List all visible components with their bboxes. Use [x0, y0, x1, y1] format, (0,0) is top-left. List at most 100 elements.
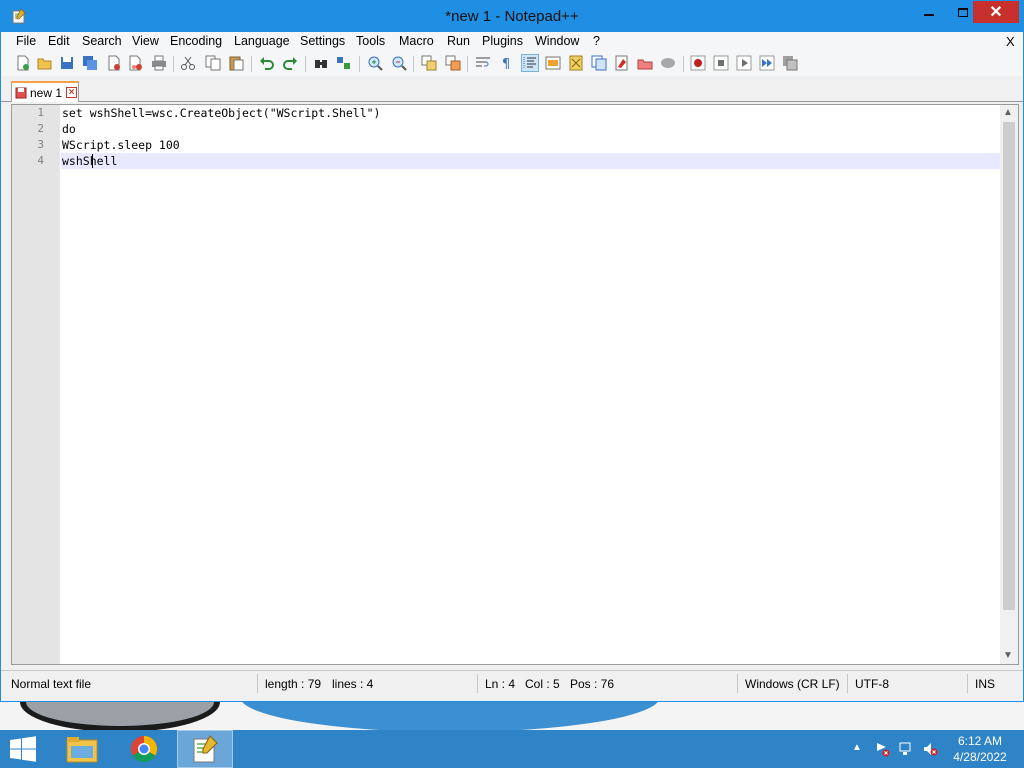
redo-icon[interactable] [281, 54, 299, 72]
scroll-up-icon[interactable]: ▲ [1003, 107, 1013, 118]
menu-plugins[interactable]: Plugins [482, 34, 523, 48]
save-macro-icon[interactable] [781, 54, 799, 72]
zoom-out-icon[interactable] [390, 54, 408, 72]
status-column: Col : 5 [525, 677, 560, 691]
status-lines: lines : 4 [332, 677, 374, 691]
close-icon[interactable] [105, 54, 123, 72]
notepadpp-window: *new 1 - Notepad++ ✕ File Edit Search Vi… [0, 0, 1024, 702]
function-list-icon[interactable] [590, 54, 608, 72]
menu-help[interactable]: ? [593, 34, 600, 48]
tab-new-1[interactable]: new 1 × [11, 81, 79, 102]
show-hidden-icons-icon[interactable]: ▲ [852, 742, 868, 758]
zoom-in-icon[interactable] [366, 54, 384, 72]
show-all-characters-icon[interactable]: ¶ [498, 54, 516, 72]
paste-icon[interactable] [227, 54, 245, 72]
code-text-area[interactable]: set wshShell=wsc.CreateObject("WScript.S… [61, 105, 1000, 664]
save-icon[interactable] [58, 54, 76, 72]
file-explorer-icon [66, 737, 98, 763]
save-all-icon[interactable] [81, 54, 99, 72]
monitoring-icon[interactable] [636, 54, 654, 72]
menu-macro[interactable]: Macro [399, 34, 434, 48]
action-center-icon[interactable] [874, 741, 890, 757]
close-document-button[interactable]: X [1006, 34, 1015, 49]
user-language-icon[interactable] [544, 54, 562, 72]
replace-icon[interactable] [335, 54, 353, 72]
toolbar-separator [305, 56, 306, 72]
toolbar-separator [683, 56, 684, 72]
folder-as-workspace-icon[interactable] [613, 54, 631, 72]
minimize-button[interactable] [913, 1, 945, 23]
print-icon[interactable] [150, 54, 168, 72]
line-number: 2 [37, 122, 44, 135]
taskbar-chrome[interactable] [116, 730, 172, 768]
menu-encoding[interactable]: Encoding [170, 34, 222, 48]
scroll-down-icon[interactable]: ▼ [1003, 650, 1013, 661]
copy-icon[interactable] [204, 54, 222, 72]
minimize-icon [924, 14, 934, 16]
code-line[interactable]: set wshShell=wsc.CreateObject("WScript.S… [61, 105, 1000, 121]
system-clock[interactable]: 6:12 AM 4/28/2022 [944, 733, 1016, 765]
new-file-icon[interactable] [14, 54, 32, 72]
vertical-scrollbar[interactable]: ▲ ▼ [1000, 105, 1018, 664]
menu-bar: File Edit Search View Encoding Language … [1, 32, 1023, 52]
current-code-line[interactable]: wshShell [61, 153, 1000, 169]
taskbar-file-explorer[interactable] [54, 730, 110, 768]
close-window-button[interactable]: ✕ [973, 1, 1019, 23]
line-number: 1 [37, 106, 44, 119]
system-tray: ▲ 6:12 AM 4/28/2022 [850, 730, 1024, 768]
unsaved-document-icon [15, 87, 27, 98]
code-line[interactable]: WScript.sleep 100 [61, 137, 1000, 153]
window-title: *new 1 - Notepad++ [445, 8, 579, 25]
network-icon[interactable] [898, 741, 914, 757]
stop-recording-icon[interactable] [712, 54, 730, 72]
menu-edit[interactable]: Edit [48, 34, 70, 48]
record-macro-icon[interactable] [689, 54, 707, 72]
menu-window[interactable]: Window [535, 34, 579, 48]
windows-start-icon[interactable] [8, 736, 38, 762]
status-encoding: UTF-8 [855, 677, 889, 691]
toolbar-separator [173, 56, 174, 72]
status-position: Pos : 76 [570, 677, 615, 691]
volume-muted-icon[interactable] [922, 741, 938, 757]
menu-tools[interactable]: Tools [356, 34, 385, 48]
text-caret [92, 154, 93, 168]
status-file-type: Normal text file [11, 677, 92, 691]
taskbar: ▲ 6:12 AM 4/28/2022 [0, 730, 1024, 768]
line-number: 4 [37, 154, 44, 167]
sync-vertical-icon[interactable] [420, 54, 438, 72]
undo-icon[interactable] [258, 54, 276, 72]
status-insert-mode: INS [975, 677, 996, 691]
menu-language[interactable]: Language [234, 34, 290, 48]
document-map-icon[interactable] [567, 54, 585, 72]
find-icon[interactable] [312, 54, 330, 72]
scrollbar-thumb[interactable] [1003, 122, 1015, 610]
title-bar[interactable]: *new 1 - Notepad++ ✕ [1, 1, 1023, 32]
eye-icon[interactable] [659, 54, 677, 72]
wallpaper-shape [20, 702, 220, 730]
tab-close-icon[interactable]: × [66, 87, 78, 98]
code-line[interactable]: do [61, 121, 1000, 137]
status-bar: Normal text file length : 79 lines : 4 L… [1, 670, 1023, 696]
word-wrap-icon[interactable] [474, 54, 492, 72]
menu-search[interactable]: Search [82, 34, 122, 48]
open-file-icon[interactable] [36, 54, 54, 72]
close-all-icon[interactable] [127, 54, 145, 72]
clock-date: 4/28/2022 [953, 750, 1007, 764]
indent-guide-icon[interactable] [521, 54, 539, 72]
playback-icon[interactable] [735, 54, 753, 72]
menu-view[interactable]: View [132, 34, 159, 48]
tab-bar: new 1 × [1, 76, 1023, 102]
line-number-gutter: 1 2 3 4 [12, 105, 60, 664]
wallpaper-shape [240, 702, 660, 730]
run-macro-multiple-icon[interactable] [758, 54, 776, 72]
status-length: length : 79 [265, 677, 322, 691]
menu-run[interactable]: Run [447, 34, 470, 48]
sync-horizontal-icon[interactable] [444, 54, 462, 72]
editor-area[interactable]: 1 2 3 4 set wshShell=wsc.CreateObject("W… [11, 104, 1019, 665]
menu-file[interactable]: File [16, 34, 36, 48]
menu-settings[interactable]: Settings [300, 34, 345, 48]
taskbar-notepad-plus-plus[interactable] [177, 730, 233, 768]
toolbar-separator [467, 56, 468, 72]
status-separator [967, 674, 968, 693]
cut-icon[interactable] [179, 54, 197, 72]
